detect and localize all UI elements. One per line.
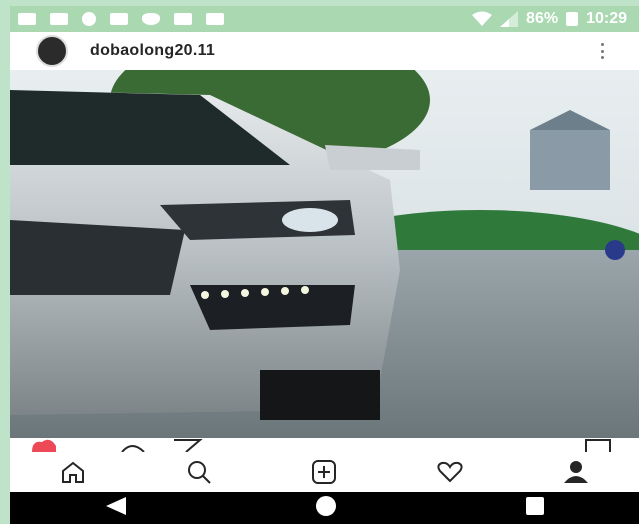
notification-icons [18, 12, 224, 26]
notification-icon [18, 13, 36, 25]
avatar[interactable] [36, 35, 68, 67]
back-icon[interactable] [104, 496, 128, 521]
battery-icon [566, 12, 579, 26]
calendar-icon [206, 13, 224, 25]
heart-icon [142, 13, 160, 25]
post-photo[interactable] [10, 70, 639, 438]
image-icon [174, 13, 192, 25]
like-icon [32, 439, 56, 452]
action-icons [32, 439, 611, 452]
gallery-icon [110, 13, 128, 25]
car-photo [10, 70, 639, 438]
signal-icon [500, 11, 519, 27]
home-icon[interactable] [53, 457, 93, 487]
phone-frame: 86% 10:29 dobaolong20.11 [0, 0, 639, 524]
status-bar: 86% 10:29 [10, 6, 639, 32]
add-post-icon[interactable] [304, 457, 344, 487]
post-actions [10, 438, 639, 452]
messenger-icon [82, 12, 96, 26]
more-options-icon[interactable] [601, 43, 605, 59]
wifi-icon [472, 11, 493, 26]
home-circle-icon[interactable] [315, 495, 337, 522]
battery-percent: 86% [526, 10, 559, 27]
bottom-nav [10, 452, 639, 492]
notification-icon [50, 13, 68, 25]
clock: 10:29 [586, 10, 627, 27]
status-right: 86% 10:29 [472, 10, 627, 28]
post-header: dobaolong20.11 [10, 32, 639, 70]
system-nav [10, 492, 639, 524]
share-icon [174, 439, 203, 452]
username[interactable]: dobaolong20.11 [90, 42, 215, 60]
search-icon[interactable] [179, 457, 219, 487]
activity-icon[interactable] [430, 457, 470, 487]
save-icon [585, 439, 611, 452]
recents-icon[interactable] [525, 496, 545, 521]
profile-icon[interactable] [556, 457, 596, 487]
